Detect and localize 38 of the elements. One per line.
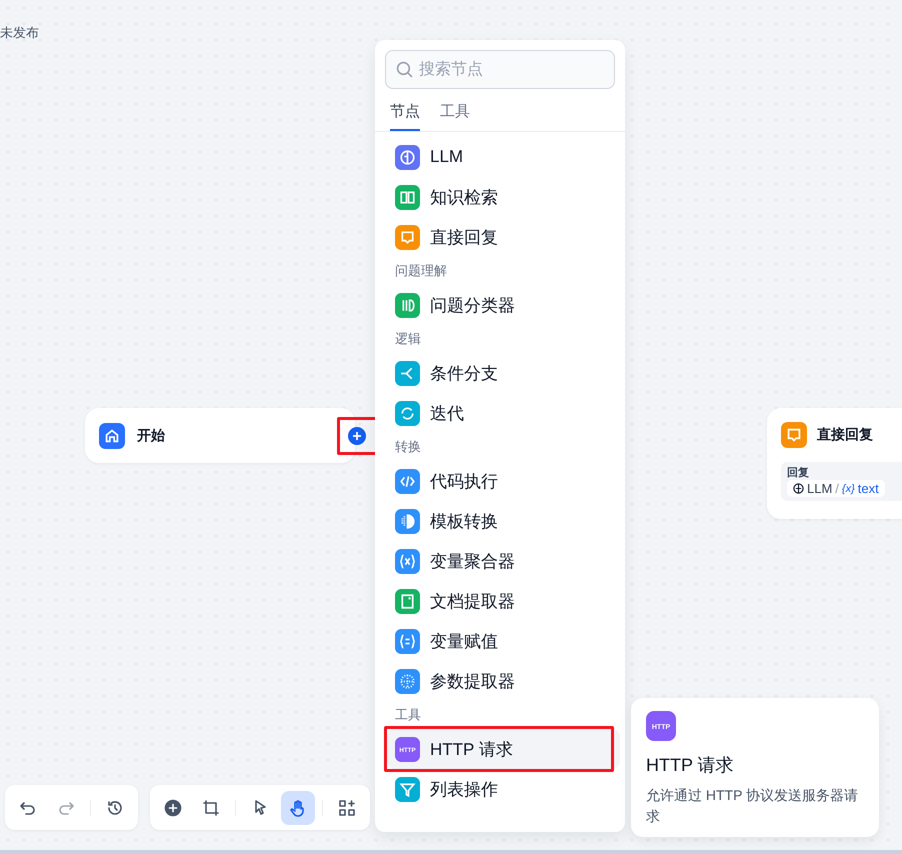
node-title: 开始 <box>137 426 165 444</box>
menu-item[interactable]: 列表操作 <box>387 769 620 809</box>
publish-status: 未发布 <box>0 24 39 42</box>
menu-item[interactable]: 直接回复 <box>387 217 620 257</box>
add-icon <box>163 798 183 818</box>
group-heading: 问题理解 <box>394 262 448 280</box>
menu-item[interactable]: 知识检索 <box>387 177 620 217</box>
menu-item[interactable]: 参数提取器 <box>387 661 620 701</box>
menu-item[interactable]: 文档提取器 <box>387 581 620 621</box>
reply-node[interactable]: 直接回复 回复 LLM / {x} text <box>767 408 902 519</box>
separator: / <box>835 481 839 496</box>
group-heading: 工具 <box>394 706 422 724</box>
group-heading: 逻辑 <box>394 330 422 348</box>
search-field[interactable]: 搜索节点 <box>385 50 615 89</box>
menu-item[interactable]: 变量赋值 <box>387 621 620 661</box>
tooltip-title: HTTP 请求 <box>646 754 735 777</box>
add-node-button[interactable] <box>348 427 366 445</box>
tooltip-description: 允许通过 HTTP 协议发送服务器请求 <box>646 786 860 826</box>
menu-item[interactable]: 变量聚合器 <box>387 541 620 581</box>
node-title: 直接回复 <box>817 426 873 444</box>
group-heading: 转换 <box>394 438 422 456</box>
menu-tab[interactable]: 节点 <box>390 97 420 131</box>
layout-icon <box>337 798 357 818</box>
chat-icon <box>781 422 807 448</box>
menu-item[interactable]: 条件分支 <box>387 353 620 393</box>
toolbar-button[interactable] <box>281 790 315 824</box>
home-icon <box>99 422 125 448</box>
menu-item[interactable]: 问题分类器 <box>387 285 620 325</box>
field-label: 回复 <box>787 466 810 480</box>
menu-item[interactable]: 代码执行 <box>387 461 620 501</box>
variable-name: text <box>858 481 879 496</box>
menu-item[interactable]: 迭代 <box>387 393 620 433</box>
variable-mark: {x} <box>842 482 855 494</box>
menu-item[interactable]: 模板转换 <box>387 501 620 541</box>
menu-item[interactable]: LLM <box>387 137 620 177</box>
source-name: LLM <box>807 481 832 496</box>
menu-tab[interactable]: 工具 <box>440 97 470 131</box>
start-node[interactable]: 开始 <box>85 408 355 463</box>
